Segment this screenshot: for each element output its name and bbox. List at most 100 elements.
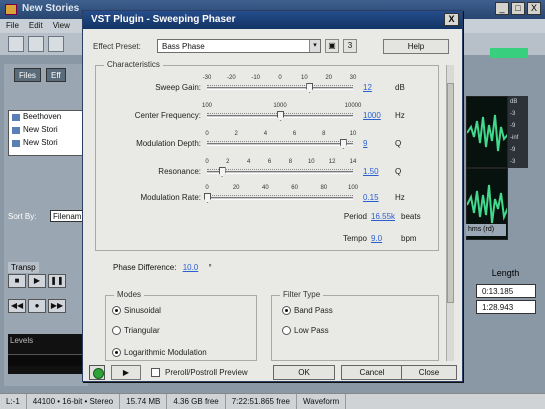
scale-tick-label: 8 [322,131,326,137]
radio-icon[interactable] [112,306,121,315]
status-format: 44100 • 16-bit • Stereo [27,394,121,409]
radio-icon[interactable] [282,306,291,315]
preset-select[interactable]: Bass Phase ▾ [157,39,321,53]
slider-ticks [207,138,353,142]
power-icon[interactable] [89,365,105,380]
level-meter [8,354,88,366]
radio-icon[interactable] [112,326,121,335]
window-controls: _ □ X [495,2,541,15]
cd-tool-icon[interactable] [48,36,64,52]
mode-label: Logarithmic Modulation [124,348,207,357]
mode-logarithmic[interactable]: Logarithmic Modulation [112,348,207,357]
tab-files[interactable]: Files [14,68,41,82]
characteristics-label: Characteristics [104,60,163,69]
phase-value[interactable]: 10.0 [183,263,199,272]
view-length[interactable]: 1:28.943 [476,300,536,314]
scale-tick-label: 100 [347,185,359,191]
save-preset-icon[interactable]: ▣ [325,39,339,53]
file-item[interactable]: New Stori [9,137,85,150]
dialog-title: VST Plugin - Sweeping Phaser [91,14,236,25]
play-button[interactable]: ▶ [28,274,46,288]
file-item[interactable]: Beethoven [9,111,85,124]
preset-row: Effect Preset: Bass Phase ▾ ▣ 3 Help [93,39,455,55]
mode-triangular[interactable]: Triangular [112,326,160,335]
menu-edit[interactable]: Edit [29,21,43,31]
help-button[interactable]: Help [383,39,449,54]
delete-preset-icon[interactable]: 3 [343,39,357,53]
filter-band-pass[interactable]: Band Pass [282,306,333,315]
radio-icon[interactable] [112,348,121,357]
chevron-down-icon[interactable]: ▾ [309,40,320,52]
scale-tick-label: 20 [325,75,332,81]
ok-button[interactable]: OK [273,365,335,380]
volume-meter [490,48,528,58]
scale-tick-label: 0 [278,75,282,81]
pause-button[interactable]: ❚❚ [48,274,66,288]
record-button[interactable]: ● [28,299,46,313]
cancel-button[interactable]: Cancel [341,365,403,380]
db-mark: -inf [510,135,519,141]
minimize-button[interactable]: _ [495,2,509,15]
modes-label: Modes [114,290,145,299]
db-scale: dB -3 -9 -inf -9 -3 [508,96,528,168]
dialog-close-icon[interactable]: X [444,13,459,26]
menu-view[interactable]: View [53,21,70,31]
scale-tick-label: 60 [291,185,298,191]
stop-button[interactable]: ■ [8,274,26,288]
scroll-thumb[interactable] [447,83,454,303]
slider-value[interactable]: 1000 [363,111,381,120]
scale-tick-label: 14 [349,159,357,165]
preview-play-button[interactable]: ▶ [111,365,141,380]
tempo-label: Tempo [342,234,367,243]
forward-button[interactable]: ▶▶ [48,299,66,313]
status-bar: L:-1 44100 • 16-bit • Stereo 15.74 MB 4.… [0,393,545,409]
slider-track[interactable] [207,197,353,200]
slider-value[interactable]: 1.50 [363,167,379,176]
maximize-button[interactable]: □ [511,2,525,15]
slider-label: Modulation Depth: [136,139,201,148]
multitrack-tool-icon[interactable] [28,36,44,52]
slider-value[interactable]: 12 [363,83,372,92]
period-value[interactable]: 16.55k [371,212,395,221]
transport-tab[interactable]: Transp [8,262,39,273]
vertical-scrollbar[interactable] [446,65,454,361]
menu-file[interactable]: File [6,21,19,31]
tab-effects[interactable]: Eff [46,68,66,82]
phase-label: Phase Difference: [113,263,177,272]
slider-unit: dB [395,83,405,92]
slider-label: Sweep Gain: [155,83,201,92]
edit-tool-icon[interactable] [8,36,24,52]
tempo-value[interactable]: 9.0 [371,234,382,243]
db-mark: dB [510,99,518,105]
scale-tick-label: 40 [262,185,269,191]
slider-ticks [207,192,353,196]
slider-track[interactable] [207,171,353,174]
scale-tick-label: -10 [251,75,260,81]
scale-tick-label: 8 [288,159,293,165]
rewind-button[interactable]: ◀◀ [8,299,26,313]
mode-sinusoidal[interactable]: Sinusoidal [112,306,161,315]
slider-track[interactable] [207,143,353,146]
selection-length[interactable]: 0:13.185 [476,284,536,298]
preroll-checkbox[interactable] [151,368,160,377]
scale-tick-label: 80 [320,185,328,191]
db-mark: -9 [510,147,516,153]
scale-tick-label: 10 [307,159,315,165]
sort-select[interactable]: Filenam [50,210,86,222]
scale-tick-label: -30 [202,75,212,81]
file-item[interactable]: New Stori [9,124,85,137]
scale-tick-label: 12 [328,159,336,165]
radio-icon[interactable] [282,326,291,335]
close-window-button[interactable]: X [527,2,541,15]
slider-value[interactable]: 9 [363,139,367,148]
dialog-title-bar: VST Plugin - Sweeping Phaser X [83,11,462,29]
mode-label: Sinusoidal [124,306,161,315]
slider-track[interactable] [207,87,353,90]
close-button[interactable]: Close [401,365,457,380]
scale-tick-label: 0 [205,185,209,191]
filter-low-pass[interactable]: Low Pass [282,326,329,335]
scale-tick-label: 2 [234,131,238,137]
status-view: Waveform [297,394,347,409]
scale-tick-label: 0 [205,131,209,137]
slider-value[interactable]: 0.15 [363,193,379,202]
